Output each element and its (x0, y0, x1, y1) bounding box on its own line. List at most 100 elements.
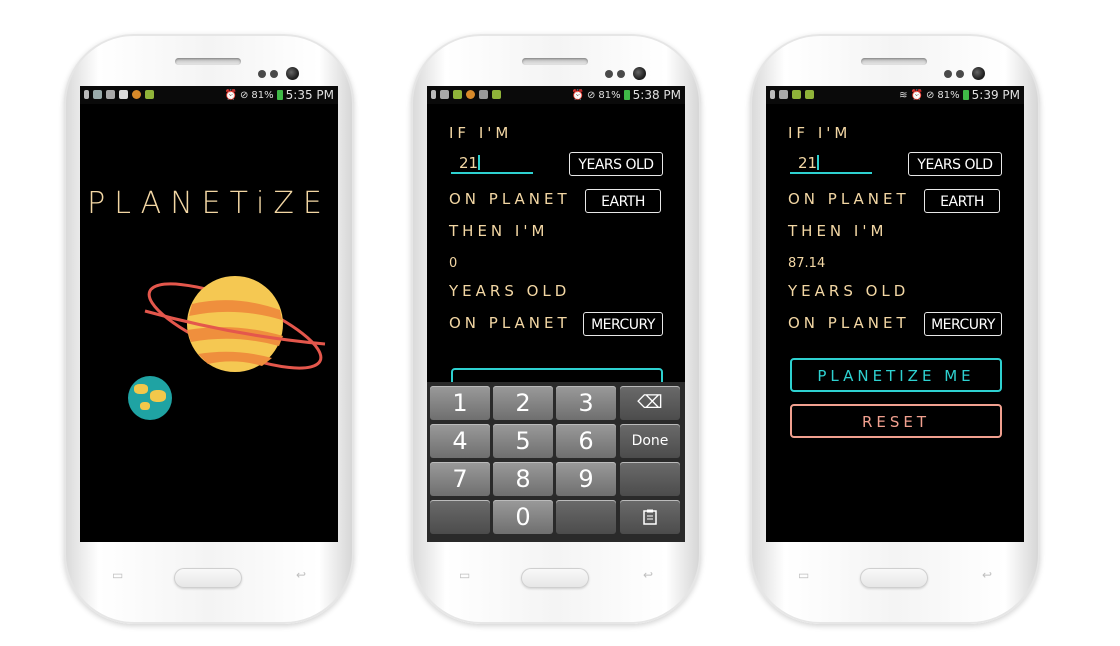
clipboard-icon (643, 509, 657, 525)
text-caret (478, 155, 481, 170)
battery-percent: 81% (251, 89, 274, 101)
on-planet-label: ON PLANET (788, 190, 910, 208)
notification-icons (770, 90, 814, 99)
key-2[interactable]: 2 (493, 386, 553, 420)
status-bar: ≋ ⏰ ⊘ 81% 5:39 PM (766, 86, 1024, 104)
planet-to-button[interactable]: MERCURY (583, 312, 663, 336)
status-bar: ⏰ ⊘ 81% 5:35 PM (80, 86, 338, 104)
result-value: 0 (449, 256, 458, 271)
android-icon (792, 90, 801, 99)
system-icons: ⏰ ⊘ 81% 5:38 PM (572, 88, 681, 102)
app-logo: PLANETiZE (87, 186, 331, 221)
light-sensor (617, 70, 625, 78)
earpiece-speaker (861, 58, 927, 65)
age-input[interactable]: 21 (451, 154, 533, 174)
age-input[interactable]: 21 (790, 154, 872, 174)
phone-input: ⏰ ⊘ 81% 5:38 PM IF I'M 21 YEARS OLD ON P… (411, 34, 701, 624)
home-button[interactable] (174, 568, 242, 588)
planetize-me-button[interactable]: PLANETIZE ME (790, 358, 1002, 392)
on-planet-label-2: ON PLANET (788, 314, 910, 332)
clock: 5:38 PM (632, 88, 681, 102)
front-camera (633, 67, 646, 80)
battery-percent: 81% (598, 89, 621, 101)
earpiece-speaker (175, 58, 241, 65)
system-icons: ≋ ⏰ ⊘ 81% 5:39 PM (899, 88, 1020, 102)
battery-icon (962, 90, 969, 100)
back-key[interactable]: ↩ (643, 568, 653, 582)
battery-icon (276, 90, 283, 100)
age-value: 21 (798, 154, 818, 172)
menu-key[interactable]: ▭ (798, 568, 809, 582)
image-icon (106, 90, 115, 99)
android-robot-icon (492, 90, 501, 99)
clock: 5:39 PM (971, 88, 1020, 102)
block-icon: ⊘ (587, 89, 596, 101)
front-camera (972, 67, 985, 80)
android-robot-icon (145, 90, 154, 99)
home-button[interactable] (860, 568, 928, 588)
clipboard-key[interactable] (620, 500, 680, 534)
on-planet-label: ON PLANET (449, 190, 571, 208)
status-bar: ⏰ ⊘ 81% 5:38 PM (427, 86, 685, 104)
key-9[interactable]: 9 (556, 462, 616, 496)
key-8[interactable]: 8 (493, 462, 553, 496)
earpiece-speaker (522, 58, 588, 65)
years-old-label: YEARS OLD (449, 282, 571, 300)
key-3[interactable]: 3 (556, 386, 616, 420)
result-value: 87.14 (788, 256, 826, 271)
earth-illustration (128, 376, 172, 420)
usb-icon (431, 90, 436, 99)
app-icon (132, 90, 141, 99)
backspace-key[interactable]: ⌫ (620, 386, 680, 420)
planet-from-button[interactable]: EARTH (585, 189, 661, 213)
android-icon (93, 90, 102, 99)
proximity-sensor (605, 70, 613, 78)
light-sensor (270, 70, 278, 78)
planet-from-button[interactable]: EARTH (924, 189, 1000, 213)
back-key[interactable]: ↩ (982, 568, 992, 582)
text-caret (817, 155, 820, 170)
then-label: THEN I'M (449, 222, 549, 240)
keyboard-icon (479, 90, 488, 99)
key-7[interactable]: 7 (430, 462, 490, 496)
image-icon (440, 90, 449, 99)
menu-key[interactable]: ▭ (112, 568, 123, 582)
block-icon: ⊘ (240, 89, 249, 101)
app-icon (466, 90, 475, 99)
light-sensor (956, 70, 964, 78)
screen: ⏰ ⊘ 81% 5:35 PM PLANETiZE (80, 86, 338, 542)
block-icon: ⊘ (926, 89, 935, 101)
numeric-keypad: 1 2 3 ⌫ 4 5 6 Done 7 8 9 0 (427, 382, 685, 542)
menu-key[interactable]: ▭ (459, 568, 470, 582)
planet-to-button[interactable]: MERCURY (924, 312, 1002, 336)
android-icon (453, 90, 462, 99)
reset-button[interactable]: RESET (790, 404, 1002, 438)
on-planet-label-2: ON PLANET (449, 314, 571, 332)
notification-icons (431, 90, 501, 99)
years-old-label: YEARS OLD (788, 282, 910, 300)
blank-key (556, 500, 616, 534)
key-5[interactable]: 5 (493, 424, 553, 458)
then-label: THEN I'M (788, 222, 888, 240)
alarm-icon: ⏰ (910, 89, 924, 101)
age-value: 21 (459, 154, 479, 172)
screen: ≋ ⏰ ⊘ 81% 5:39 PM IF I'M 21 YEARS OLD ON… (766, 86, 1024, 542)
years-old-button[interactable]: YEARS OLD (908, 152, 1002, 176)
key-0[interactable]: 0 (493, 500, 553, 534)
proximity-sensor (258, 70, 266, 78)
usb-icon (84, 90, 89, 99)
battery-icon (623, 90, 630, 100)
key-4[interactable]: 4 (430, 424, 490, 458)
home-button[interactable] (521, 568, 589, 588)
usb-icon (770, 90, 775, 99)
back-key[interactable]: ↩ (296, 568, 306, 582)
android-robot-icon (805, 90, 814, 99)
years-old-button[interactable]: YEARS OLD (569, 152, 663, 176)
done-key[interactable]: Done (620, 424, 680, 458)
warning-icon (119, 90, 128, 99)
key-1[interactable]: 1 (430, 386, 490, 420)
alarm-icon: ⏰ (224, 89, 238, 101)
key-6[interactable]: 6 (556, 424, 616, 458)
backspace-icon: ⌫ (637, 392, 663, 413)
phone-splash: ⏰ ⊘ 81% 5:35 PM PLANETiZE ▭ ↩ (64, 34, 354, 624)
